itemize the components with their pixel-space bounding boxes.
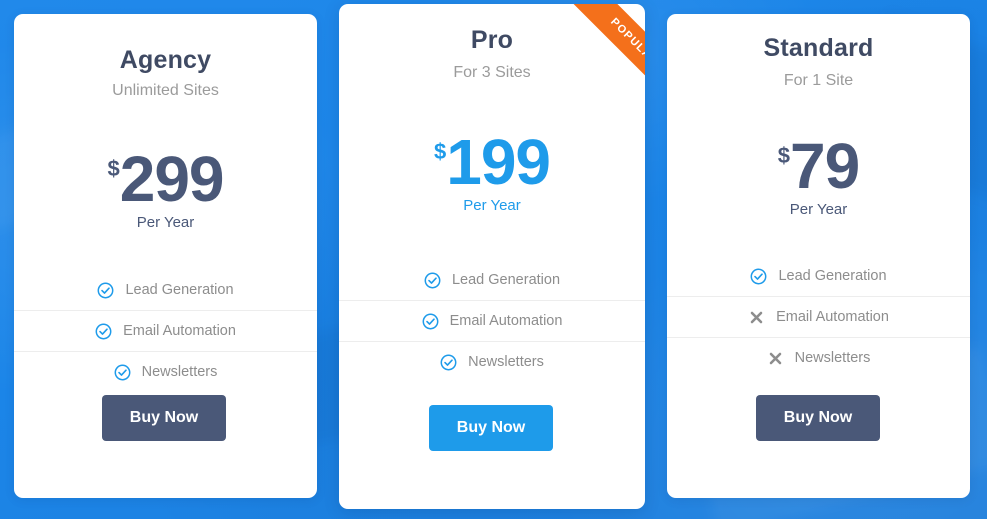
buy-now-button[interactable]: Buy Now <box>756 395 880 441</box>
pricing-card-agency: Agency Unlimited Sites $299 Per Year Lea… <box>14 14 317 498</box>
price-period: Per Year <box>136 214 195 231</box>
feature-label: Newsletters <box>141 364 218 380</box>
plan-subtitle: Unlimited Sites <box>112 82 219 99</box>
plan-subtitle: For 3 Sites <box>453 64 531 81</box>
plan-name: Pro <box>470 26 514 54</box>
feature-list: Lead Generation Email Automation Newslet… <box>667 256 970 378</box>
plan-name: Agency <box>119 46 212 74</box>
feature-label: Lead Generation <box>451 272 561 288</box>
check-circle-icon <box>95 323 112 340</box>
check-circle-icon <box>750 268 767 285</box>
feature-row: Lead Generation <box>667 256 970 297</box>
plan-name: Standard <box>763 34 874 62</box>
check-circle-icon <box>114 364 131 381</box>
feature-list: Lead Generation Email Automation Newslet… <box>14 270 317 392</box>
feature-row: Newsletters <box>14 352 317 392</box>
feature-row: Newsletters <box>667 338 970 378</box>
feature-row: Lead Generation <box>14 270 317 311</box>
buy-now-button[interactable]: Buy Now <box>102 395 226 441</box>
feature-label: Email Automation <box>776 309 889 325</box>
price-currency: $ <box>777 143 791 168</box>
price-period: Per Year <box>463 197 521 214</box>
feature-label: Lead Generation <box>778 268 887 284</box>
feature-row: Email Automation <box>339 301 645 342</box>
price-amount: 199 <box>446 126 551 198</box>
feature-label: Email Automation <box>449 313 563 329</box>
price-period: Per Year <box>789 201 848 218</box>
price-amount: 299 <box>119 143 225 215</box>
plan-price: $199 <box>339 130 645 194</box>
plan-subtitle: For 1 Site <box>783 72 854 89</box>
feature-label: Lead Generation <box>125 282 234 298</box>
feature-row: Newsletters <box>339 342 645 382</box>
plan-price: $79 <box>667 134 970 198</box>
buy-now-button[interactable]: Buy Now <box>429 405 553 451</box>
pricing-card-pro: POPULAR Pro For 3 Sites $199 Per Year Le… <box>339 4 645 509</box>
x-mark-icon <box>767 350 784 367</box>
price-currency: $ <box>107 156 120 181</box>
pricing-table: Agency Unlimited Sites $299 Per Year Lea… <box>0 0 987 519</box>
check-circle-icon <box>424 272 441 289</box>
price-currency: $ <box>433 139 447 164</box>
feature-row: Email Automation <box>667 297 970 338</box>
check-circle-icon <box>422 313 439 330</box>
x-mark-icon <box>748 309 765 326</box>
feature-label: Newsletters <box>794 350 871 366</box>
feature-list: Lead Generation Email Automation Newslet… <box>339 260 645 382</box>
price-amount: 79 <box>790 130 860 202</box>
feature-label: Newsletters <box>468 354 544 370</box>
check-circle-icon <box>97 282 114 299</box>
plan-price: $299 <box>14 147 317 211</box>
check-circle-icon <box>440 354 457 371</box>
feature-row: Email Automation <box>14 311 317 352</box>
feature-label: Email Automation <box>123 323 236 339</box>
pricing-card-standard: Standard For 1 Site $79 Per Year Lead Ge… <box>667 14 970 498</box>
feature-row: Lead Generation <box>339 260 645 301</box>
